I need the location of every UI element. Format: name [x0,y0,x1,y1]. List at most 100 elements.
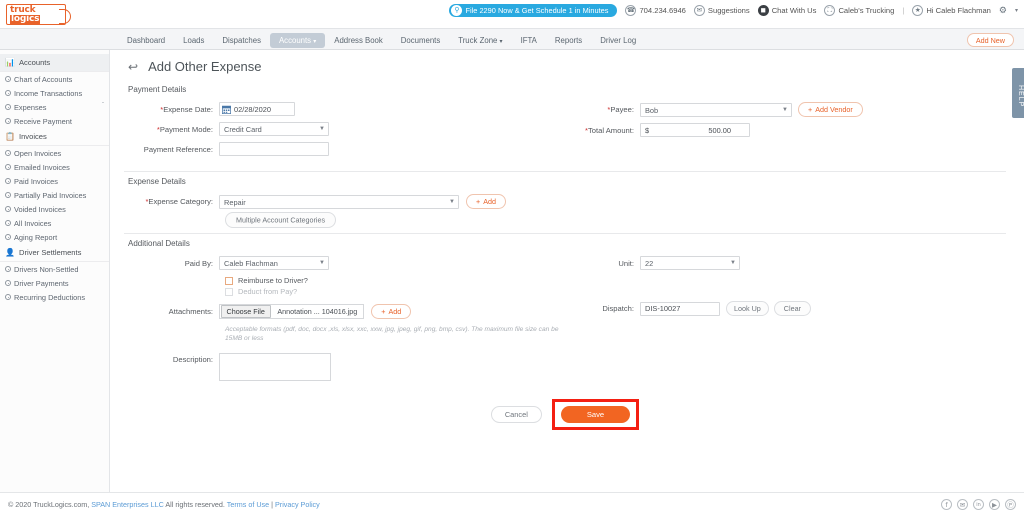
sidebar-item-recurring-deductions[interactable]: Recurring Deductions [0,290,109,304]
sidebar-group-driver-settlements[interactable]: 👤 Driver Settlements [0,244,109,262]
bullet-icon [5,104,11,110]
payment-details-title: Payment Details [128,85,187,94]
company-item[interactable]: ⛶ Caleb's Trucking [824,5,894,16]
sidebar-item-label: Receive Payment [14,116,72,126]
payment-reference-input[interactable] [219,142,329,156]
bullet-icon [5,150,11,156]
nav-item-address-book[interactable]: Address Book [325,33,392,48]
sidebar-item-drivers-non-settled[interactable]: Drivers Non-Settled [0,262,109,276]
file-2290-promo-button[interactable]: ⚲ File 2290 Now & Get Schedule 1 in Minu… [449,4,618,17]
footer-rights: All rights reserved. [163,500,227,509]
nav-item-truck-zone[interactable]: Truck Zone ▾ [449,33,511,48]
pinterest-icon[interactable]: Ⓟ [1005,499,1016,510]
building-icon: ⛶ [824,5,836,16]
plus-icon-vendor: + [808,105,813,114]
trucklogics-logo[interactable]: truck logics [6,3,78,26]
chat-item[interactable]: ◼ Chat With Us [757,5,816,16]
body-wrapper: 📊 Accounts Chart of Accounts Income Tran… [0,50,1024,500]
nav-item-driver-log[interactable]: Driver Log [591,33,645,48]
additional-details-section: Additional Details Paid By: Caleb Flachm… [124,239,1006,439]
save-button[interactable]: Save [560,406,631,423]
sidebar-item-receive-payment[interactable]: Receive Payment [0,114,109,128]
help-tab[interactable]: HELP [1012,68,1024,118]
sidebar-item-label: Paid Invoices [14,176,58,186]
sidebar-group-invoices[interactable]: 📋 Invoices [0,128,109,146]
settings-caret-icon[interactable]: ▾ [1015,7,1018,14]
payment-details-section: Payment Details *Expense Date: 02/28/202… [124,85,1006,172]
dispatch-input[interactable] [640,301,720,316]
sidebar-item-partially-paid-invoices[interactable]: Partially Paid Invoices [0,188,109,202]
add-new-button[interactable]: Add New [966,33,1014,47]
nav-item-dispatches[interactable]: Dispatches [213,33,270,48]
attachments-field-row: Attachments: Choose File Annotation ... … [124,304,565,319]
nav-item-loads[interactable]: Loads [174,33,213,48]
look-up-button[interactable]: Look Up [726,301,769,316]
nav-item-reports[interactable]: Reports [546,33,591,48]
add-attachment-label: Add [388,307,402,316]
choose-file-button[interactable]: Choose File [220,305,271,318]
sidebar-item-paid-invoices[interactable]: Paid Invoices [0,174,109,188]
bullet-icon [5,76,11,82]
sidebar-item-chart-of-accounts[interactable]: Chart of Accounts [0,72,109,86]
facebook-icon[interactable]: f [941,499,952,510]
sidebar-item-aging-report[interactable]: Aging Report [0,230,109,244]
twitter-icon[interactable]: ✉ [957,499,968,510]
bullet-icon [5,206,11,212]
cancel-button[interactable]: Cancel [490,406,542,423]
description-textarea[interactable] [219,353,331,381]
nav-item-documents[interactable]: Documents [392,33,449,48]
total-amount-input[interactable] [640,123,750,137]
bullet-icon [5,164,11,170]
nav-label-ifta: IFTA [520,35,537,45]
sidebar-item-driver-payments[interactable]: Driver Payments [0,276,109,290]
add-vendor-button[interactable]: + Add Vendor [798,102,863,117]
user-account-item[interactable]: ★ Hi Caleb Flachman [912,5,991,16]
sidebar-item-open-invoices[interactable]: Open Invoices [0,146,109,160]
multiple-account-categories-button[interactable]: Multiple Account Categories [225,211,337,228]
back-arrow-icon[interactable]: ↩ [128,60,138,74]
gear-icon[interactable]: ⚙ [999,5,1007,16]
reimburse-to-driver-row[interactable]: Reimburse to Driver? [225,276,565,285]
footer-privacy-link[interactable]: Privacy Policy [275,500,320,509]
unit-select[interactable]: 22 [640,256,740,270]
additional-details-right-col: Unit: 22 ▼ Dispatch: Look Up Clear [565,256,1006,387]
chat-bubble-icon: ◼ [757,5,769,16]
file-input[interactable]: Choose File Annotation ... 104016.jpg [219,304,365,319]
sidebar-item-voided-invoices[interactable]: Voided Invoices [0,202,109,216]
add-category-button[interactable]: + Add [466,194,506,209]
sidebar-item-expenses[interactable]: Expenses ˇ [0,100,109,114]
reimburse-checkbox[interactable] [225,276,233,285]
nav-item-ifta[interactable]: IFTA [512,33,546,48]
page-title: Add Other Expense [148,59,262,74]
payment-mode-select-wrap: Credit Card ▼ [219,122,329,136]
company-label: Caleb's Trucking [838,6,895,15]
phone-item[interactable]: ☎ 704.234.6946 [625,5,686,16]
sidebar-item-emailed-invoices[interactable]: Emailed Invoices [0,160,109,174]
footer-company-link[interactable]: SPAN Enterprises LLC [91,500,164,509]
footer-terms-link[interactable]: Terms of Use [227,500,269,509]
suggestions-item[interactable]: ✉ Suggestions [693,5,750,16]
sidebar-item-all-invoices[interactable]: All Invoices [0,216,109,230]
sidebar-item-income-transactions[interactable]: Income Transactions [0,86,109,100]
clear-button[interactable]: Clear [773,301,811,316]
main-navigation: Dashboard Loads Dispatches Accounts ▾ Ad… [0,28,1024,50]
footer-copyright: © 2020 TruckLogics.com, SPAN Enterprises… [8,500,320,509]
payee-select[interactable]: Bob [640,102,792,117]
paid-by-select[interactable]: Caleb Flachman [219,256,329,270]
linkedin-icon[interactable]: in [973,499,984,510]
bullet-icon [5,118,11,124]
phone-label: 704.234.6946 [639,6,686,15]
payment-mode-select[interactable]: Credit Card [219,122,329,136]
nav-item-dashboard[interactable]: Dashboard [118,33,174,48]
nav-item-accounts[interactable]: Accounts ▾ [269,32,326,48]
expense-details-section: Expense Details *Expense Category: Repai… [124,177,1006,234]
chevron-down-icon-expenses: ˇ [102,103,104,109]
payment-details-right-col: *Payee: Bob ▼ + Add Vendor *Total Amount… [565,102,1006,162]
expense-category-select[interactable]: Repair [219,194,459,209]
youtube-icon[interactable]: ▶ [989,499,1000,510]
deduct-checkbox [225,287,233,296]
sidebar-group-accounts[interactable]: 📊 Accounts [0,54,109,72]
add-attachment-button[interactable]: + Add [371,304,412,319]
payment-reference-label: Payment Reference: [143,144,213,154]
sidebar-item-label: Expenses [14,102,47,112]
